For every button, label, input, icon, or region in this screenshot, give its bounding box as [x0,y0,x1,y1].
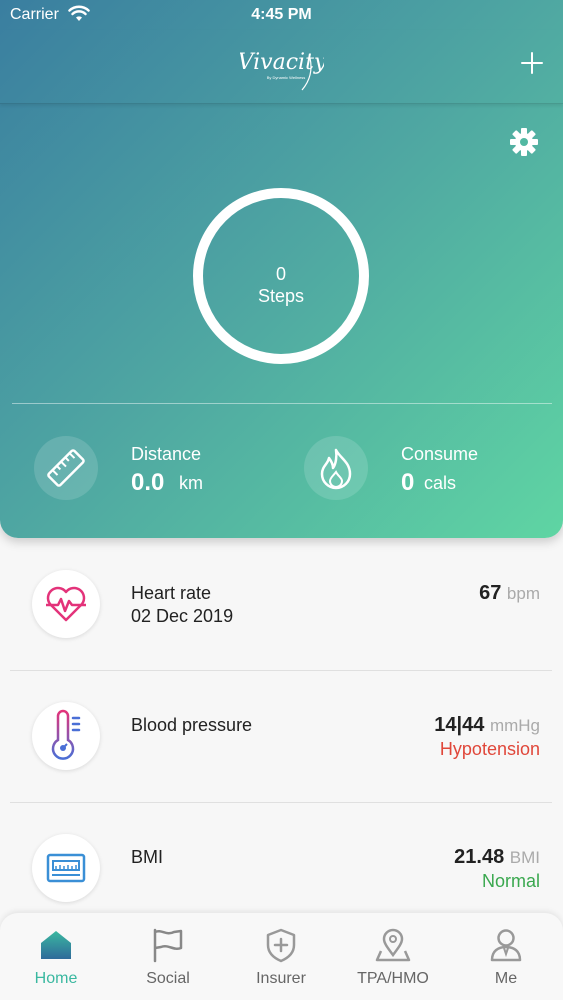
activity-hero-card: Carrier 4:45 PM Vivacity By Dynamic Well… [0,0,563,538]
metric-number: 21.48 [454,846,505,868]
tab-insurer[interactable]: Insurer [225,913,337,1000]
heart-rate-icon [32,570,100,638]
tab-label: Social [146,970,190,987]
distance-value: 0.0 [131,469,165,496]
steps-ring[interactable]: 0 Steps [193,188,369,364]
metric-value: 67 bpm [479,582,540,605]
consume-value: 0 [401,469,415,496]
metric-title: Heart rate [131,583,212,603]
metric-value: 14|44 mmHg [434,714,540,737]
vivacity-logo: Vivacity By Dynamic Wellness [238,36,327,94]
svg-text:By Dynamic Wellness: By Dynamic Wellness [267,75,306,80]
steps-label: Steps [257,286,305,306]
metric-unit: bpm [506,584,540,603]
tab-social[interactable]: Social [112,913,224,1000]
metric-unit: mmHg [489,716,540,735]
metric-number: 67 [479,582,502,604]
metric-title: Blood pressure [131,715,253,735]
person-icon [488,927,524,963]
blood-pressure-row[interactable]: Blood pressure 14|44 mmHg Hypotension [0,670,563,802]
status-hypotension: Hypotension [439,739,540,759]
flame-icon [304,436,368,500]
clock-label: 4:45 PM [251,6,312,23]
consume-unit: cals [424,473,457,493]
shield-plus-icon [263,927,299,963]
heart-rate-row[interactable]: Heart rate 02 Dec 2019 67 bpm [0,538,563,670]
flag-icon [150,927,186,963]
ruler-icon [34,436,98,500]
add-button[interactable] [519,50,545,76]
home-icon [38,927,74,963]
tab-home[interactable]: Home [0,913,112,1000]
tab-label: Me [494,970,518,987]
metric-date: 02 Dec 2019 [131,606,234,626]
tab-label: TPA/HMO [357,970,429,987]
nav-bar: Vivacity By Dynamic Wellness [0,30,563,104]
map-pin-icon [375,927,411,963]
tab-label: Home [34,970,78,987]
plus-icon [521,52,543,74]
settings-button[interactable] [508,126,540,158]
scale-icon [32,834,100,902]
steps-count: 0 [275,264,286,284]
status-bar: Carrier 4:45 PM [0,0,563,30]
distance-label: Distance [131,444,202,464]
tab-tpa-hmo[interactable]: TPA/HMO [337,913,449,1000]
gear-icon [510,128,538,156]
consume-label: Consume [401,444,479,464]
metric-number: 14|44 [434,714,485,736]
hero-divider [12,403,552,404]
tab-me[interactable]: Me [450,913,562,1000]
tab-bar: Home Social Insurer TPA/HMO Me [0,913,563,1000]
metric-unit: BMI [509,848,540,867]
tab-label: Insurer [256,970,306,987]
status-normal: Normal [481,871,540,891]
metric-value: 21.48 BMI [454,846,540,869]
metric-title: BMI [131,847,164,867]
thermometer-icon [32,702,100,770]
svg-text:Vivacity: Vivacity [240,50,324,75]
distance-unit: km [179,473,203,493]
